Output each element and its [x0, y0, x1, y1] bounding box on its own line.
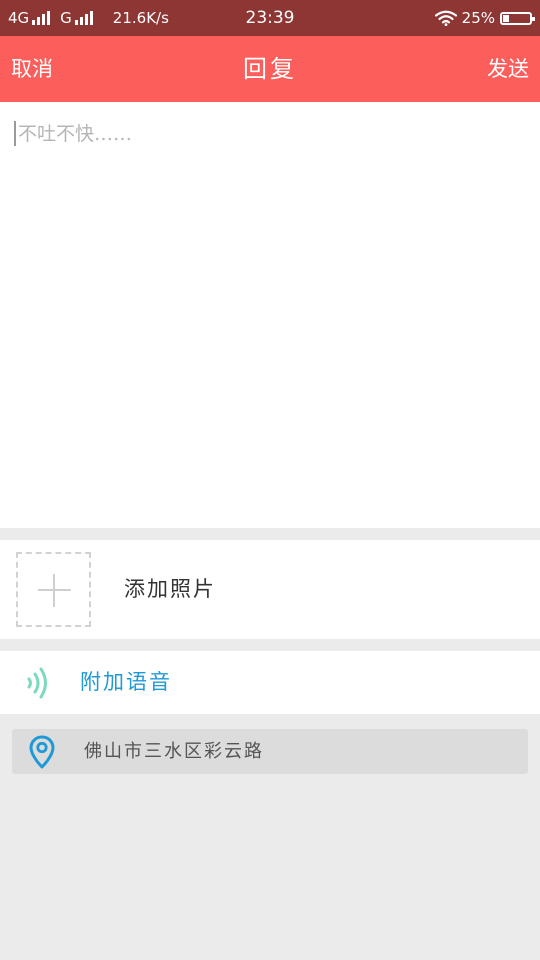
status-right: 25% — [434, 0, 535, 36]
page-title: 回复 — [243, 55, 297, 83]
location-text: 佛山市三水区彩云路 — [84, 741, 264, 762]
send-button[interactable]: 发送 — [487, 36, 529, 102]
attach-voice-label: 附加语音 — [80, 670, 172, 694]
battery-level-fill — [503, 14, 509, 22]
nav-bar: 取消 回复 发送 — [0, 36, 540, 102]
status-bar: 4G G 21.6K/s 23:39 25% — [0, 0, 540, 36]
plus-icon-vertical — [53, 574, 55, 607]
wifi-icon — [434, 10, 457, 26]
reply-text-area — [0, 102, 540, 528]
add-photo-button[interactable] — [16, 552, 91, 627]
sound-wave-icon — [27, 667, 47, 699]
location-pin-icon — [29, 735, 55, 769]
add-photo-row: 添加照片 — [0, 540, 540, 639]
add-photo-label[interactable]: 添加照片 — [124, 540, 216, 639]
battery-icon — [500, 11, 535, 25]
battery-percent: 25% — [461, 9, 495, 27]
reply-input[interactable] — [14, 120, 528, 510]
text-cursor — [14, 121, 16, 146]
attach-voice-row[interactable]: 附加语音 — [0, 651, 540, 714]
location-bar[interactable]: 佛山市三水区彩云路 — [12, 729, 528, 774]
